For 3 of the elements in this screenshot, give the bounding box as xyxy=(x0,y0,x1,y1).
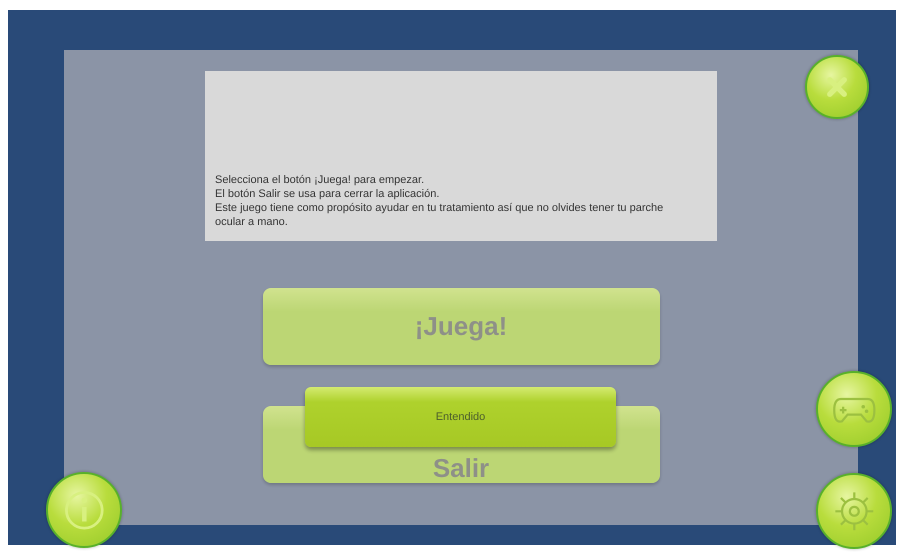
message-text: El botón Salir se usa para cerrar la aplicación. xyxy=(215,187,440,201)
message-text: Selecciona el botón ¡Juega! para empezar. xyxy=(215,173,426,187)
message-text: Este juego tiene como propósito ayudar en tu tratamiento así que no olvides tener tu parche ocular a mano. xyxy=(215,201,664,229)
